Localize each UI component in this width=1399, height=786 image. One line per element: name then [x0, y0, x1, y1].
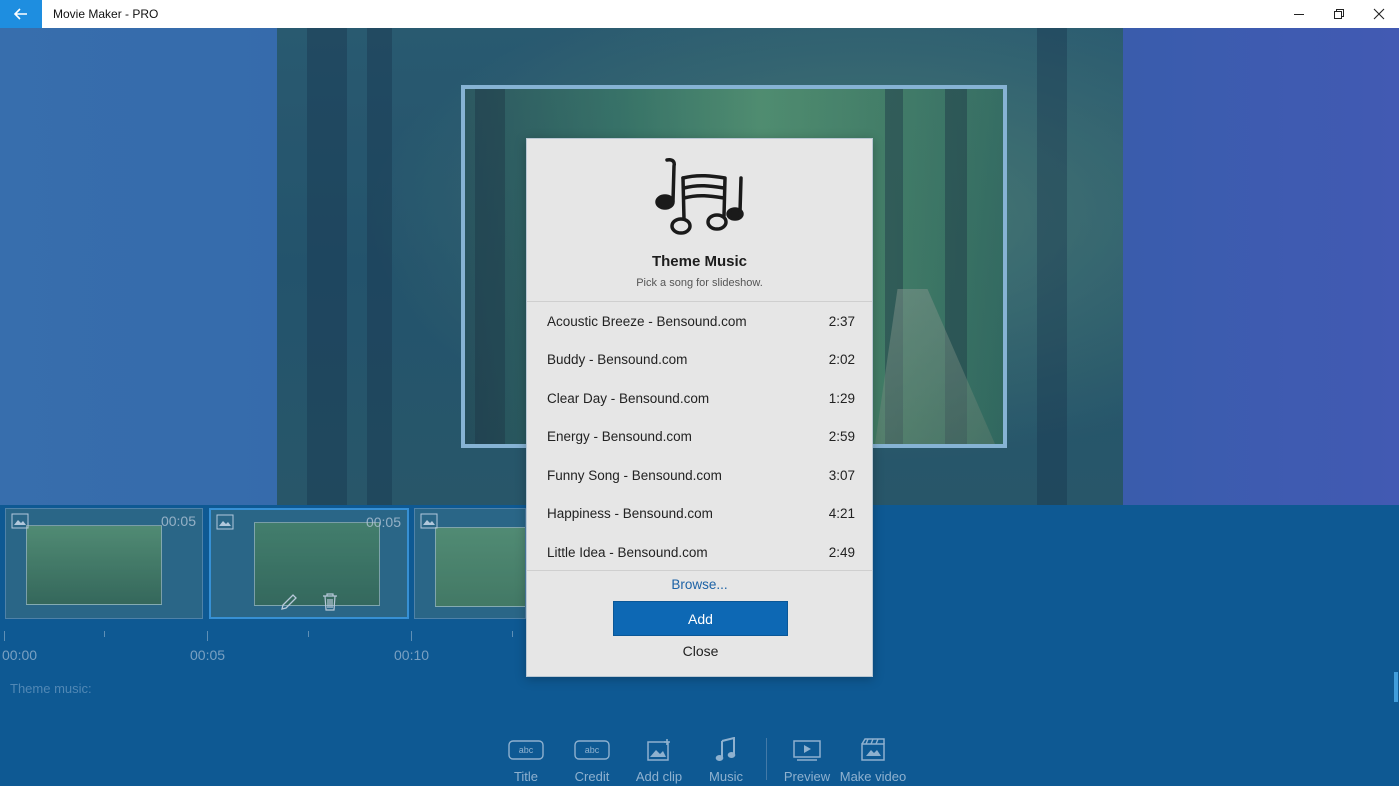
image-icon: [216, 514, 234, 530]
close-button[interactable]: Close: [613, 643, 788, 667]
timeline-clip[interactable]: [414, 508, 526, 619]
song-name: Happiness - Bensound.com: [547, 505, 713, 521]
divider: [527, 570, 872, 571]
svg-text:abc: abc: [585, 745, 600, 755]
song-duration: 2:02: [828, 351, 855, 367]
song-duration: 2:37: [828, 313, 855, 329]
credit-button[interactable]: abc Credit: [557, 736, 627, 786]
timeline-tick-label: 00:10: [394, 647, 430, 663]
title-bar: Movie Maker - PRO: [0, 0, 1399, 28]
song-duration: 1:29: [828, 390, 855, 406]
image-icon: [420, 513, 438, 529]
timeline-tick: [4, 631, 5, 641]
clip-thumbnail: [254, 522, 380, 606]
toolbar-separator: [766, 738, 767, 780]
back-button[interactable]: [0, 0, 42, 28]
song-list[interactable]: Acoustic Breeze - Bensound.com 2:37 Budd…: [527, 302, 872, 570]
song-name: Funny Song - Bensound.com: [547, 467, 722, 483]
add-clip-button-label: Add clip: [635, 769, 683, 784]
preview-play-icon: [793, 740, 821, 761]
song-item[interactable]: Little Idea - Bensound.com 2:49: [527, 533, 872, 570]
background-tree: [307, 28, 347, 505]
dialog-header: Theme Music Pick a song for slideshow.: [527, 139, 872, 301]
song-name: Acoustic Breeze - Bensound.com: [547, 313, 747, 329]
song-item[interactable]: Acoustic Breeze - Bensound.com 2:37: [527, 302, 872, 340]
preview-button[interactable]: Preview: [772, 736, 842, 786]
close-icon: [1373, 8, 1385, 20]
dialog-subtitle: Pick a song for slideshow.: [636, 277, 763, 289]
title-button[interactable]: abc Title: [491, 736, 561, 786]
song-duration: 2:49: [828, 544, 855, 560]
song-duration: 2:59: [828, 428, 855, 444]
scrollbar-thumb[interactable]: [1394, 672, 1398, 702]
background-tree: [367, 28, 392, 505]
title-text-icon: abc: [508, 740, 544, 760]
song-name: Clear Day - Bensound.com: [547, 390, 710, 406]
edit-pencil-icon[interactable]: [279, 592, 299, 612]
song-item[interactable]: Energy - Bensound.com 2:59: [527, 417, 872, 455]
make-video-button-label: Make video: [839, 769, 907, 784]
timeline-clip-selected[interactable]: 00:05: [209, 508, 409, 619]
add-button[interactable]: Add: [613, 601, 788, 636]
photo-tree: [475, 89, 505, 444]
timeline-clip[interactable]: 00:05: [5, 508, 203, 619]
credit-button-label: Credit: [574, 769, 610, 784]
restore-icon: [1334, 9, 1344, 19]
background-tree: [1037, 28, 1067, 505]
preview-button-label: Preview: [783, 769, 831, 784]
minimize-icon: [1294, 14, 1304, 15]
song-item[interactable]: Funny Song - Bensound.com 3:07: [527, 456, 872, 494]
image-icon: [11, 513, 29, 529]
theme-music-label: Theme music:: [10, 681, 92, 696]
window-title: Movie Maker - PRO: [53, 7, 159, 21]
song-item[interactable]: Happiness - Bensound.com 4:21: [527, 494, 872, 532]
make-video-icon: [861, 738, 885, 761]
close-window-button[interactable]: [1359, 0, 1399, 28]
delete-trash-icon[interactable]: [321, 592, 339, 612]
title-button-label: Title: [513, 769, 539, 784]
song-item[interactable]: Buddy - Bensound.com 2:02: [527, 340, 872, 378]
music-button-label: Music: [709, 769, 743, 784]
restore-button[interactable]: [1319, 0, 1359, 28]
add-clip-button[interactable]: Add clip: [624, 736, 694, 786]
clip-thumbnail: [435, 527, 525, 607]
timeline-tick: [411, 631, 412, 641]
theme-music-dialog: Theme Music Pick a song for slideshow. A…: [526, 138, 873, 677]
browse-link[interactable]: Browse...: [527, 577, 872, 592]
clip-duration: 00:05: [365, 514, 401, 530]
timeline-tick-label: 00:00: [2, 647, 38, 663]
song-item[interactable]: Clear Day - Bensound.com 1:29: [527, 379, 872, 417]
bottom-toolbar: abc Title abc Credit Add clip Music Prev…: [0, 736, 1399, 786]
window-controls: [1279, 0, 1399, 28]
song-name: Buddy - Bensound.com: [547, 351, 688, 367]
timeline-tick: [104, 631, 105, 637]
song-duration: 4:21: [828, 505, 855, 521]
credit-text-icon: abc: [574, 740, 610, 760]
make-video-button[interactable]: Make video: [838, 736, 908, 786]
timeline-tick: [512, 631, 513, 637]
back-arrow-icon: [14, 8, 27, 20]
svg-text:abc: abc: [519, 745, 534, 755]
timeline-tick: [308, 631, 309, 637]
clip-duration: 00:05: [160, 513, 196, 529]
music-button[interactable]: Music: [691, 736, 761, 786]
music-notes-illustration-icon: [655, 158, 744, 235]
song-name: Little Idea - Bensound.com: [547, 544, 708, 560]
minimize-button[interactable]: [1279, 0, 1319, 28]
add-clip-icon: [647, 739, 670, 761]
clip-thumbnail: [26, 525, 162, 605]
timeline-tick: [207, 631, 208, 641]
timeline-tick-label: 00:05: [190, 647, 226, 663]
music-note-icon: [715, 737, 736, 761]
dialog-title: Theme Music: [651, 253, 748, 270]
song-duration: 3:07: [828, 467, 855, 483]
song-name: Energy - Bensound.com: [547, 428, 692, 444]
